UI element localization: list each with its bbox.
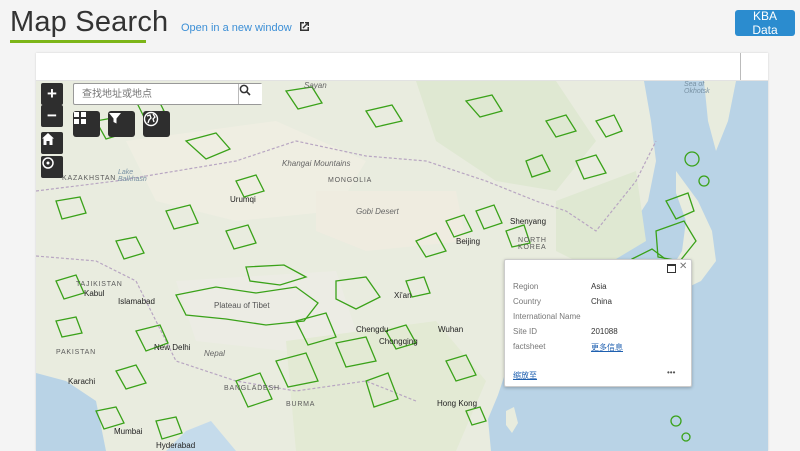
label-islamabad: Islamabad (118, 297, 155, 306)
map-topbar (36, 53, 768, 81)
zoom-out-button[interactable]: − (41, 105, 63, 127)
popup-field-label: International Name (513, 312, 581, 321)
label-xian: Xi'an (394, 291, 412, 300)
popup-field-value: 201088 (591, 327, 618, 336)
label-gobi-desert: Gobi Desert (356, 207, 399, 216)
label-khangai-mountains: Khangai Mountains (282, 159, 351, 168)
label-chongqing: Chongqing (379, 337, 418, 346)
label-tajikistan: TAJIKISTAN (76, 281, 123, 288)
label-north-korea: NORTH KOREA (518, 237, 547, 251)
label-shenyang: Shenyang (510, 217, 547, 226)
label-hong-kong: Hong Kong (437, 399, 478, 408)
grid-icon (74, 112, 86, 124)
kba-data-button[interactable]: KBA Data (735, 9, 795, 37)
label-bangladesh: BANGLADESH (224, 385, 280, 392)
label-mumbai: Mumbai (114, 427, 143, 436)
basemap-gallery-button[interactable] (73, 111, 100, 137)
label-kazakhstan: KAZAKHSTAN (62, 175, 117, 182)
search-button[interactable] (238, 84, 262, 104)
label-burma: BURMA (286, 401, 316, 408)
factsheet-link[interactable]: 更多信息 (591, 342, 623, 353)
search-input[interactable] (74, 84, 246, 104)
filter-icon (109, 113, 121, 124)
open-link-label: Open in a new window (181, 22, 292, 34)
zoom-to-link[interactable]: 缩放至 (513, 370, 537, 381)
map-search-box (73, 83, 262, 105)
popup-field-label: Site ID (513, 327, 538, 336)
zoom-in-button[interactable]: + (41, 83, 63, 105)
home-button[interactable] (41, 132, 63, 154)
map-frame: KAZAKHSTAN MONGOLIA TAJIKISTAN PAKISTAN … (36, 53, 768, 451)
popup-maximize-icon[interactable] (667, 264, 676, 273)
label-urumqi: Urumqi (230, 195, 256, 204)
popup-field-label: factsheet (513, 342, 546, 351)
label-chengdu: Chengdu (356, 325, 389, 334)
filter-button[interactable] (108, 111, 135, 137)
label-new-delhi: New Delhi (154, 343, 191, 352)
popup-field-value: Asia (591, 282, 607, 291)
title-underline (10, 40, 146, 43)
label-nepal: Nepal (204, 349, 225, 358)
label-pakistan: PAKISTAN (56, 349, 96, 356)
label-sayan: Sayan (304, 81, 327, 90)
label-beijing: Beijing (456, 237, 481, 246)
label-lake-balkhash: Lake Balkhash (118, 169, 147, 183)
label-wuhan: Wuhan (438, 325, 464, 334)
popup-field-value: China (591, 297, 612, 306)
label-hyderabad: Hyderabad (156, 441, 196, 450)
site-popup: ✕ Region Asia Country China Internationa… (504, 259, 692, 387)
label-plateau-of-tibet: Plateau of Tibet (214, 301, 270, 310)
locate-button[interactable] (41, 156, 63, 178)
popup-field-label: Country (513, 297, 542, 306)
map-canvas[interactable]: KAZAKHSTAN MONGOLIA TAJIKISTAN PAKISTAN … (36, 81, 768, 451)
popup-close-icon[interactable]: ✕ (679, 261, 687, 272)
home-icon (42, 133, 54, 145)
map-topbar-divider (740, 53, 741, 80)
open-in-new-window-link[interactable]: Open in a new window (181, 20, 311, 36)
page-title: Map Search (10, 6, 169, 38)
globe-button[interactable] (143, 111, 170, 137)
external-link-icon (298, 20, 311, 36)
label-kabul: Kabul (84, 289, 105, 298)
globe-icon (143, 111, 159, 127)
locate-icon (42, 157, 54, 169)
label-mongolia: MONGOLIA (328, 177, 373, 184)
label-karachi: Karachi (68, 377, 96, 386)
popup-field-label: Region (513, 282, 539, 291)
popup-more-button[interactable]: ••• (667, 368, 675, 377)
label-sea-of-okhotsk: Sea of Okhotsk (684, 81, 710, 95)
search-icon (239, 84, 251, 96)
